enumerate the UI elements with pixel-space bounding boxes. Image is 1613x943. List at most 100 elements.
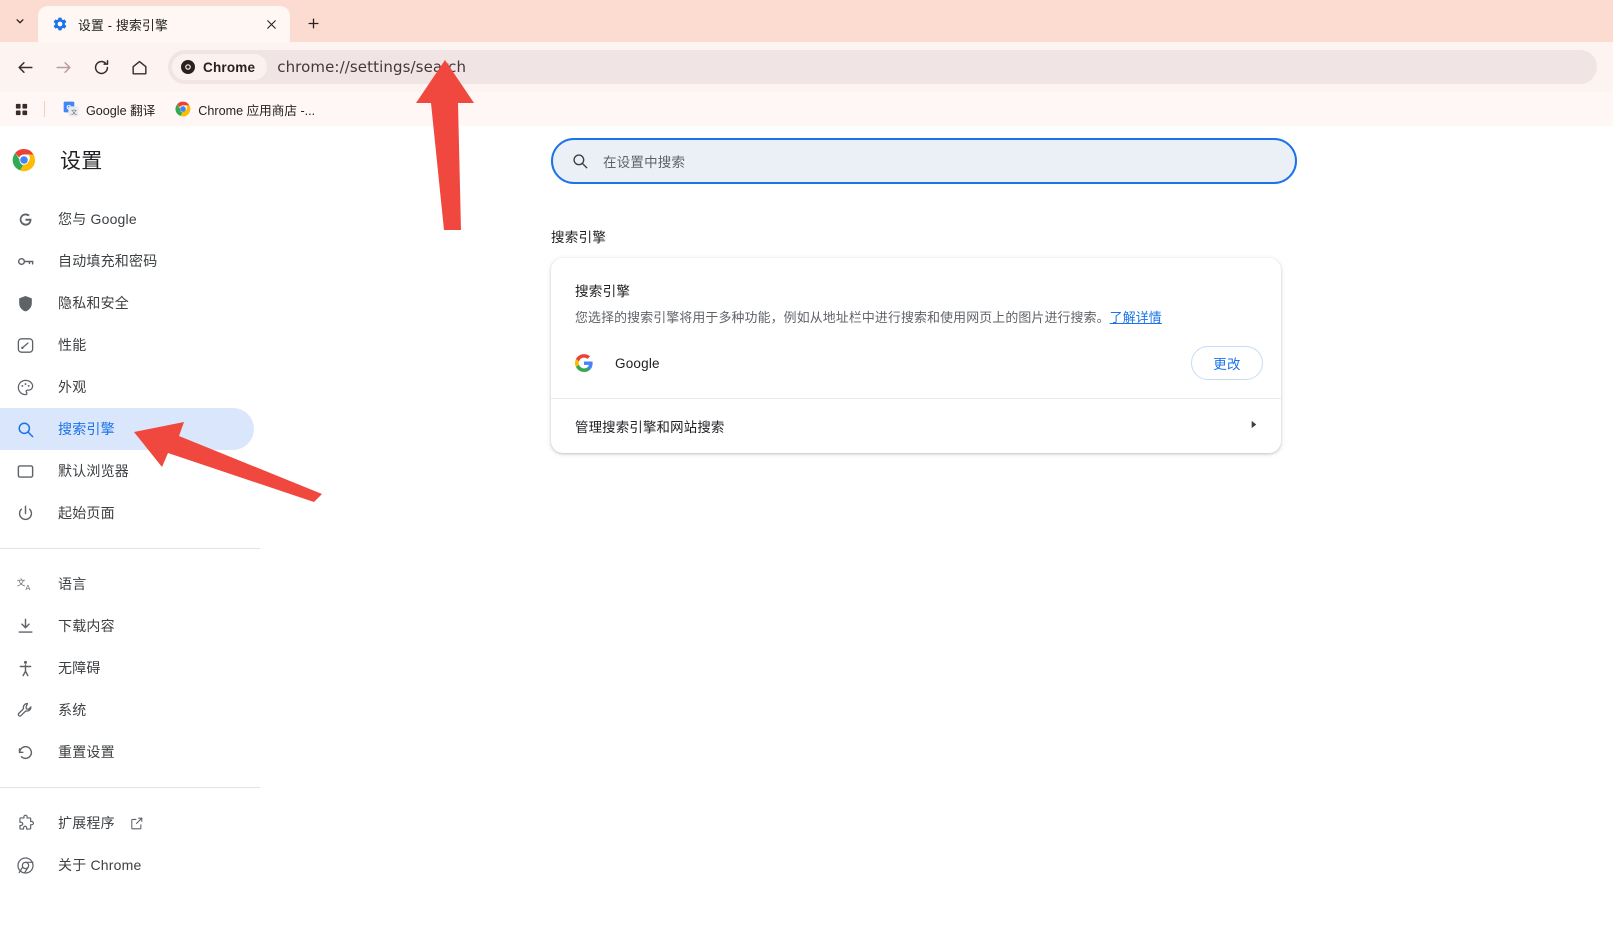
browser-tab[interactable]: 设置 - 搜索引擎 bbox=[38, 6, 290, 42]
forward-button[interactable] bbox=[46, 50, 80, 84]
omnibox-url-text: chrome://settings/search bbox=[277, 58, 466, 76]
sidebar-item-languages[interactable]: 文 A 语言 bbox=[0, 563, 254, 605]
page-title: 设置 bbox=[60, 145, 103, 175]
learn-more-link[interactable]: 了解详情 bbox=[1110, 310, 1162, 325]
bookmark-label: Google 翻译 bbox=[86, 100, 155, 119]
bookmark-item[interactable]: G 文 Google 翻译 bbox=[55, 97, 163, 121]
sidebar-item-label: 无障碍 bbox=[58, 658, 101, 678]
address-bar[interactable]: Chrome chrome://settings/search bbox=[168, 50, 1597, 84]
tab-title: 设置 - 搜索引擎 bbox=[78, 15, 260, 34]
sidebar-item-autofill-passwords[interactable]: 自动填充和密码 bbox=[0, 240, 254, 282]
chrome-icon bbox=[180, 59, 196, 75]
extension-icon bbox=[14, 812, 36, 834]
sidebar-nav-group-footer: 扩展程序 bbox=[0, 802, 262, 886]
sidebar-item-system[interactable]: 系统 bbox=[0, 689, 254, 731]
arrow-back-icon bbox=[16, 58, 35, 77]
sidebar-item-reset-settings[interactable]: 重置设置 bbox=[0, 731, 254, 773]
gear-icon bbox=[52, 16, 68, 32]
power-icon bbox=[14, 502, 36, 524]
sidebar-nav-group-main: 您与 Google 自动填充和密码 bbox=[0, 198, 262, 534]
sidebar-item-label: 起始页面 bbox=[58, 503, 115, 523]
sidebar-item-search-engine[interactable]: 搜索引擎 bbox=[0, 408, 254, 450]
sidebar-item-downloads[interactable]: 下载内容 bbox=[0, 605, 254, 647]
new-tab-button[interactable] bbox=[298, 8, 328, 38]
sidebar-item-label: 默认浏览器 bbox=[58, 461, 129, 481]
sidebar-item-label: 扩展程序 bbox=[58, 813, 115, 833]
sidebar-item-on-startup[interactable]: 起始页面 bbox=[0, 492, 254, 534]
chrome-outline-icon bbox=[14, 854, 36, 876]
sidebar-item-label: 重置设置 bbox=[58, 742, 115, 762]
settings-search-wrap: 在设置中搜索 bbox=[262, 126, 1613, 184]
engine-name: Google bbox=[615, 356, 660, 371]
search-icon bbox=[571, 152, 589, 170]
sidebar-item-performance[interactable]: 性能 bbox=[0, 324, 254, 366]
restore-icon bbox=[14, 741, 36, 763]
omnibox-chip-label: Chrome bbox=[203, 60, 255, 75]
home-button[interactable] bbox=[122, 50, 156, 84]
search-engine-card-header: 搜索引擎 您选择的搜索引擎将用于多种功能，例如从地址栏中进行搜索和使用网页上的图… bbox=[551, 258, 1281, 332]
key-icon bbox=[14, 250, 36, 272]
sidebar-item-default-browser[interactable]: 默认浏览器 bbox=[0, 450, 254, 492]
sidebar-item-label: 关于 Chrome bbox=[58, 855, 141, 875]
sidebar-divider bbox=[0, 548, 260, 549]
chrome-logo-icon bbox=[12, 148, 36, 172]
sidebar-item-label: 系统 bbox=[58, 700, 86, 720]
settings-sidebar: 设置 您与 Google bbox=[0, 126, 262, 943]
sidebar-item-you-and-google[interactable]: 您与 Google bbox=[0, 198, 254, 240]
accessibility-icon bbox=[14, 657, 36, 679]
chevron-right-icon bbox=[1248, 417, 1259, 435]
translate-icon: 文 A bbox=[14, 573, 36, 595]
sidebar-item-extensions[interactable]: 扩展程序 bbox=[0, 802, 254, 844]
browser-window: 设置 - 搜索引擎 bbox=[0, 0, 1613, 943]
tab-strip: 设置 - 搜索引擎 bbox=[0, 0, 1613, 42]
engine-info: Google bbox=[575, 354, 660, 372]
tab-close-button[interactable] bbox=[260, 13, 282, 35]
sidebar-item-label: 您与 Google bbox=[58, 209, 137, 229]
chrome-webstore-icon bbox=[175, 101, 191, 117]
sidebar-item-appearance[interactable]: 外观 bbox=[0, 366, 254, 408]
search-input[interactable]: 在设置中搜索 bbox=[551, 138, 1297, 184]
sidebar-item-label: 下载内容 bbox=[58, 616, 115, 636]
sidebar-item-about-chrome[interactable]: 关于 Chrome bbox=[0, 844, 254, 886]
bookmarks-divider bbox=[44, 101, 45, 117]
sidebar-nav-group-advanced: 文 A 语言 下载内容 bbox=[0, 563, 262, 773]
google-g-icon bbox=[575, 354, 593, 372]
apps-grid-button[interactable] bbox=[8, 96, 34, 122]
browser-toolbar: Chrome chrome://settings/search bbox=[0, 42, 1613, 92]
sidebar-item-label: 自动填充和密码 bbox=[58, 251, 157, 271]
speedometer-icon bbox=[14, 334, 36, 356]
omnibox-chrome-chip: Chrome bbox=[172, 54, 267, 80]
sidebar-item-privacy-security[interactable]: 隐私和安全 bbox=[0, 282, 254, 324]
tab-search-button[interactable] bbox=[6, 7, 34, 35]
svg-text:文: 文 bbox=[16, 576, 25, 587]
card-description: 您选择的搜索引擎将用于多种功能，例如从地址栏中进行搜索和使用网页上的图片进行搜索… bbox=[575, 308, 1257, 328]
back-button[interactable] bbox=[8, 50, 42, 84]
sidebar-item-label: 搜索引擎 bbox=[58, 419, 115, 439]
shield-icon bbox=[14, 292, 36, 314]
home-icon bbox=[130, 58, 149, 77]
search-icon bbox=[14, 418, 36, 440]
svg-text:A: A bbox=[25, 584, 30, 592]
sidebar-item-label: 隐私和安全 bbox=[58, 293, 129, 313]
settings-page: 设置 您与 Google bbox=[0, 126, 1613, 943]
wrench-icon bbox=[14, 699, 36, 721]
palette-icon bbox=[14, 376, 36, 398]
bookmark-item[interactable]: Chrome 应用商店 -... bbox=[167, 97, 323, 121]
default-search-engine-row: Google 更改 bbox=[551, 332, 1281, 398]
open-in-new-icon bbox=[129, 816, 144, 831]
sidebar-item-label: 性能 bbox=[58, 335, 86, 355]
sidebar-item-accessibility[interactable]: 无障碍 bbox=[0, 647, 254, 689]
bookmarks-bar: G 文 Google 翻译 Chrome 应用商店 -... bbox=[0, 92, 1613, 126]
bookmark-label: Chrome 应用商店 -... bbox=[198, 100, 315, 119]
change-search-engine-button[interactable]: 更改 bbox=[1191, 346, 1263, 380]
download-icon bbox=[14, 615, 36, 637]
chevron-down-icon bbox=[13, 14, 27, 28]
search-engine-card: 搜索引擎 您选择的搜索引擎将用于多种功能，例如从地址栏中进行搜索和使用网页上的图… bbox=[551, 258, 1281, 453]
sidebar-item-label: 语言 bbox=[58, 574, 86, 594]
sidebar-item-label: 外观 bbox=[58, 377, 86, 397]
plus-icon bbox=[306, 16, 321, 31]
reload-button[interactable] bbox=[84, 50, 118, 84]
manage-search-engines-row[interactable]: 管理搜索引擎和网站搜索 bbox=[551, 399, 1281, 453]
settings-header: 设置 bbox=[0, 132, 262, 188]
google-translate-icon: G 文 bbox=[63, 101, 79, 117]
